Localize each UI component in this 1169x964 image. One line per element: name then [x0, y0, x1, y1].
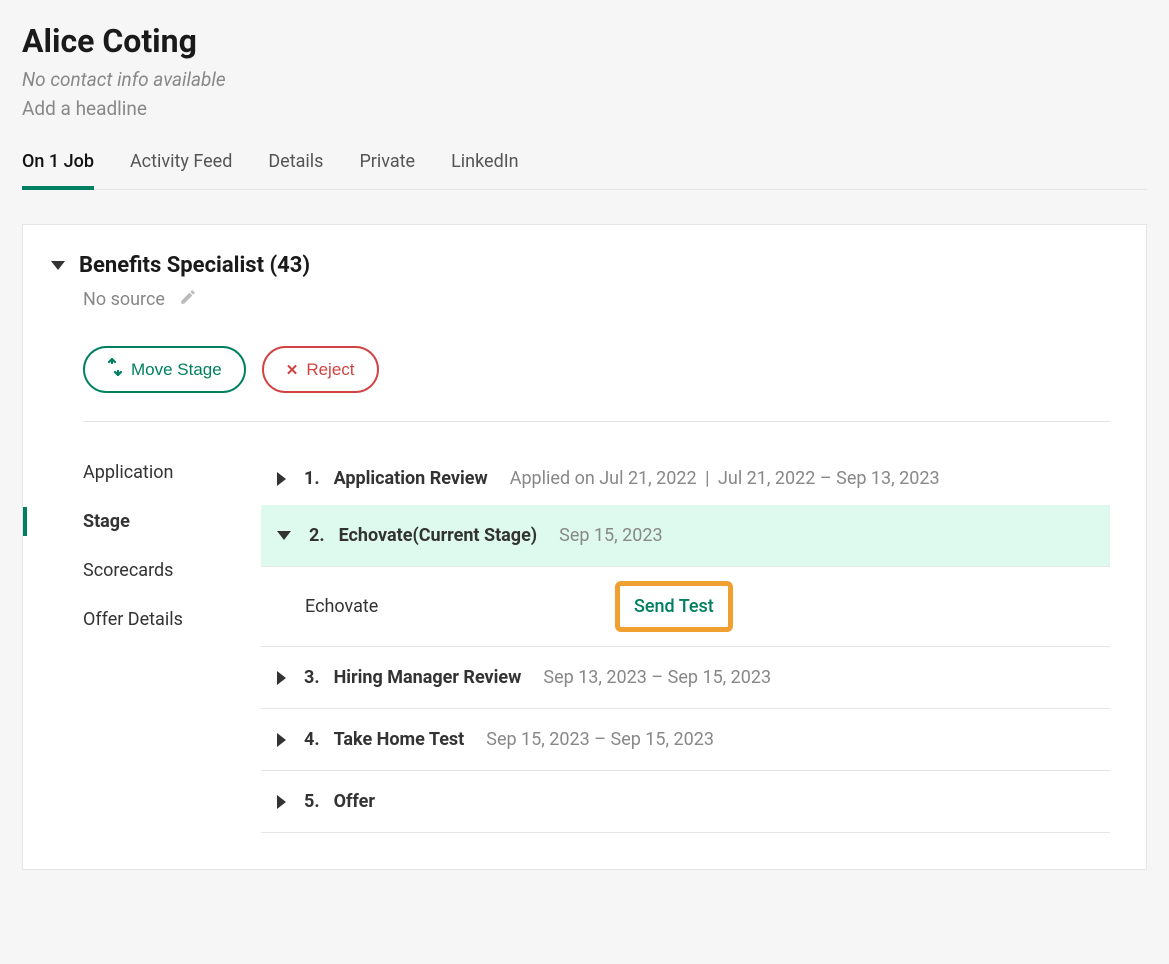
expand-icon	[277, 472, 286, 486]
stage-meta: Sep 15, 2023	[559, 525, 663, 546]
source-text: No source	[83, 289, 165, 310]
job-card: Benefits Specialist (43) No source Move …	[22, 224, 1147, 870]
stage-number: 5.	[304, 791, 320, 812]
tab-linkedin[interactable]: LinkedIn	[451, 151, 519, 190]
stage-meta: Sep 13, 2023 – Sep 15, 2023	[543, 667, 771, 688]
reject-button[interactable]: ✕ Reject	[262, 346, 379, 393]
sidebar-item-application[interactable]: Application	[51, 448, 261, 497]
tab-details[interactable]: Details	[268, 151, 323, 190]
stage-list: 1. Application Review Applied on Jul 21,…	[261, 448, 1110, 833]
send-test-highlight: Send Test	[615, 581, 733, 632]
stage-number: 1.	[304, 468, 320, 489]
sidebar-item-offer-details[interactable]: Offer Details	[51, 595, 261, 644]
stage-name: Hiring Manager Review	[334, 667, 522, 688]
tab-on-job[interactable]: On 1 Job	[22, 151, 94, 190]
stage-row-echovate[interactable]: 2. Echovate(Current Stage) Sep 15, 2023	[261, 505, 1110, 567]
tab-activity-feed[interactable]: Activity Feed	[130, 151, 232, 190]
stage-row-offer[interactable]: 5. Offer	[261, 771, 1110, 833]
move-stage-button[interactable]: Move Stage	[83, 346, 246, 393]
sidebar-item-scorecards[interactable]: Scorecards	[51, 546, 261, 595]
job-header[interactable]: Benefits Specialist (43)	[51, 253, 1110, 278]
expand-icon	[277, 733, 286, 747]
move-stage-label: Move Stage	[131, 360, 222, 380]
collapse-icon	[277, 531, 291, 540]
stage-name: Offer	[334, 791, 375, 812]
stage-number: 4.	[304, 729, 320, 750]
sidebar-item-stage[interactable]: Stage	[51, 497, 261, 546]
stage-name: Echovate(Current Stage)	[339, 525, 538, 546]
stage-name: Application Review	[334, 468, 488, 489]
move-icon	[107, 358, 123, 381]
pencil-icon[interactable]	[179, 288, 197, 310]
stage-meta: Applied on Jul 21, 2022 | Jul 21, 2022 –…	[510, 468, 940, 489]
expand-icon	[277, 795, 286, 809]
stage-sub-row: Echovate Send Test	[261, 567, 1110, 647]
tab-bar: On 1 Job Activity Feed Details Private L…	[22, 150, 1147, 190]
job-title: Benefits Specialist (43)	[79, 253, 310, 278]
add-headline-link[interactable]: Add a headline	[22, 97, 1147, 120]
tab-private[interactable]: Private	[359, 151, 415, 190]
stage-row-take-home-test[interactable]: 4. Take Home Test Sep 15, 2023 – Sep 15,…	[261, 709, 1110, 771]
collapse-icon	[51, 261, 65, 270]
stage-number: 3.	[304, 667, 320, 688]
sub-stage-name: Echovate	[305, 596, 625, 617]
candidate-name: Alice Coting	[22, 22, 1147, 60]
contact-info-text: No contact info available	[22, 68, 1147, 91]
x-icon: ✕	[286, 361, 299, 379]
sidebar: Application Stage Scorecards Offer Detai…	[51, 448, 261, 833]
stage-name: Take Home Test	[334, 729, 465, 750]
reject-label: Reject	[306, 360, 354, 380]
send-test-link[interactable]: Send Test	[634, 596, 714, 617]
stage-row-application-review[interactable]: 1. Application Review Applied on Jul 21,…	[261, 448, 1110, 505]
stage-row-hiring-manager[interactable]: 3. Hiring Manager Review Sep 13, 2023 – …	[261, 647, 1110, 709]
expand-icon	[277, 671, 286, 685]
stage-number: 2.	[309, 525, 325, 546]
stage-meta: Sep 15, 2023 – Sep 15, 2023	[486, 729, 714, 750]
